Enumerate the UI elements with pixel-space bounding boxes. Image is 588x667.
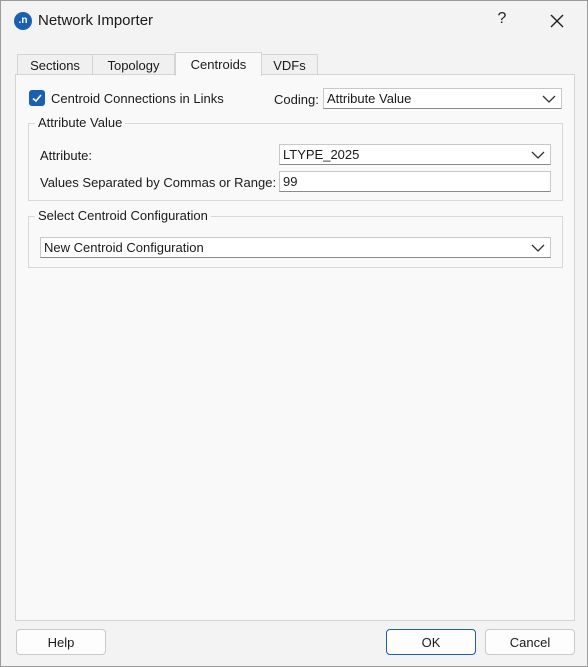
- attribute-select[interactable]: LTYPE_2025: [279, 144, 551, 165]
- title-bar: .n Network Importer ?: [1, 1, 587, 41]
- centroid-connections-checkbox[interactable]: [29, 90, 45, 106]
- ok-button[interactable]: OK: [386, 629, 476, 655]
- coding-select[interactable]: Attribute Value: [323, 88, 562, 109]
- coding-select-value: Attribute Value: [327, 91, 412, 106]
- values-label: Values Separated by Commas or Range:: [40, 175, 277, 190]
- tab-sections[interactable]: Sections: [17, 54, 93, 76]
- chevron-down-icon: [542, 95, 556, 103]
- app-icon: .n: [14, 12, 32, 30]
- centroids-panel: Centroid Connections in Links Coding: At…: [15, 74, 575, 621]
- checkmark-icon: [32, 94, 42, 103]
- centroid-configuration-group: Select Centroid Configuration New Centro…: [28, 208, 563, 268]
- attribute-select-value: LTYPE_2025: [283, 147, 360, 162]
- chevron-down-icon: [531, 244, 545, 252]
- tab-centroids[interactable]: Centroids: [175, 52, 262, 76]
- values-input-text: 99: [283, 174, 298, 189]
- centroid-configuration-select-value: New Centroid Configuration: [44, 240, 204, 255]
- close-icon[interactable]: [547, 11, 567, 31]
- values-input[interactable]: 99: [279, 171, 551, 192]
- cancel-button[interactable]: Cancel: [485, 629, 575, 655]
- coding-label: Coding:: [274, 92, 319, 107]
- attribute-value-group-title: Attribute Value: [35, 115, 126, 130]
- help-button[interactable]: Help: [16, 629, 106, 655]
- tab-topology[interactable]: Topology: [93, 54, 175, 76]
- attribute-value-group: Attribute Value Attribute: LTYPE_2025 Va…: [28, 115, 563, 201]
- chevron-down-icon: [531, 151, 545, 159]
- tab-vdfs[interactable]: VDFs: [262, 54, 318, 76]
- tab-strip: Sections Topology Centroids VDFs: [17, 52, 318, 76]
- centroid-configuration-select[interactable]: New Centroid Configuration: [40, 237, 551, 258]
- network-importer-dialog: .n Network Importer ? Sections Topology …: [0, 0, 588, 667]
- help-icon[interactable]: ?: [495, 10, 509, 28]
- window-title: Network Importer: [38, 12, 154, 29]
- attribute-label: Attribute:: [40, 148, 93, 163]
- centroid-connections-label: Centroid Connections in Links: [51, 91, 224, 106]
- centroid-configuration-group-title: Select Centroid Configuration: [35, 208, 211, 223]
